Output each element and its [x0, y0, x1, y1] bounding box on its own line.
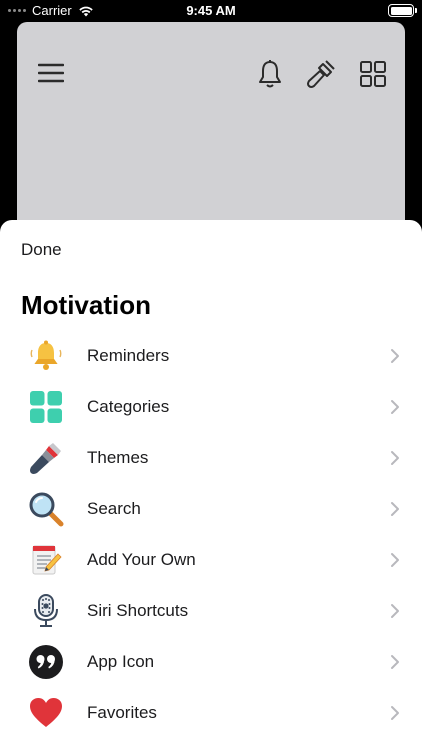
- chevron-right-icon: [391, 603, 399, 618]
- bell-emoji-icon: [28, 338, 64, 374]
- bottom-sheet: Done Motivation Reminders Categories The…: [0, 220, 422, 750]
- menu-item-reminders[interactable]: Reminders: [0, 330, 422, 381]
- sheet-title: Motivation: [21, 290, 151, 320]
- paintbrush-icon[interactable]: [306, 59, 336, 89]
- menu-label-favorites: Favorites: [87, 702, 157, 722]
- done-button[interactable]: Done: [21, 240, 62, 260]
- notepad-pencil-icon: [28, 542, 64, 578]
- magnifier-emoji-icon: [28, 491, 64, 527]
- menu-item-search[interactable]: Search: [0, 483, 422, 534]
- status-bar: Carrier 9:45 AM: [0, 0, 422, 22]
- quote-mark-icon: [28, 644, 64, 680]
- menu-list: Reminders Categories Themes Search Add Y…: [0, 330, 422, 738]
- chevron-right-icon: [391, 501, 399, 516]
- status-time: 9:45 AM: [186, 3, 236, 18]
- hamburger-menu-icon[interactable]: [38, 62, 64, 84]
- grid-icon[interactable]: [359, 60, 387, 88]
- menu-label-app-icon: App Icon: [87, 651, 155, 671]
- menu-item-app-icon[interactable]: App Icon: [0, 636, 422, 687]
- menu-label-categories: Categories: [87, 396, 170, 416]
- chevron-right-icon: [391, 348, 399, 363]
- battery-icon: [388, 4, 417, 17]
- menu-item-siri-shortcuts[interactable]: Siri Shortcuts: [0, 585, 422, 636]
- menu-label-reminders: Reminders: [87, 345, 170, 365]
- chevron-right-icon: [391, 654, 399, 669]
- bell-icon[interactable]: [256, 59, 284, 89]
- chevron-right-icon: [391, 705, 399, 720]
- menu-label-siri-shortcuts: Siri Shortcuts: [87, 600, 189, 620]
- menu-item-favorites[interactable]: Favorites: [0, 687, 422, 738]
- chevron-right-icon: [391, 450, 399, 465]
- category-grid-icon: [28, 389, 64, 425]
- menu-item-categories[interactable]: Categories: [0, 381, 422, 432]
- menu-item-themes[interactable]: Themes: [0, 432, 422, 483]
- paintbrush-emoji-icon: [28, 440, 64, 476]
- chevron-right-icon: [391, 399, 399, 414]
- heart-icon: [28, 695, 64, 731]
- menu-label-add-your-own: Add Your Own: [87, 549, 196, 569]
- menu-item-add-your-own[interactable]: Add Your Own: [0, 534, 422, 585]
- menu-label-search: Search: [87, 498, 141, 518]
- microphone-icon: [28, 593, 64, 629]
- menu-label-themes: Themes: [87, 447, 149, 467]
- chevron-right-icon: [391, 552, 399, 567]
